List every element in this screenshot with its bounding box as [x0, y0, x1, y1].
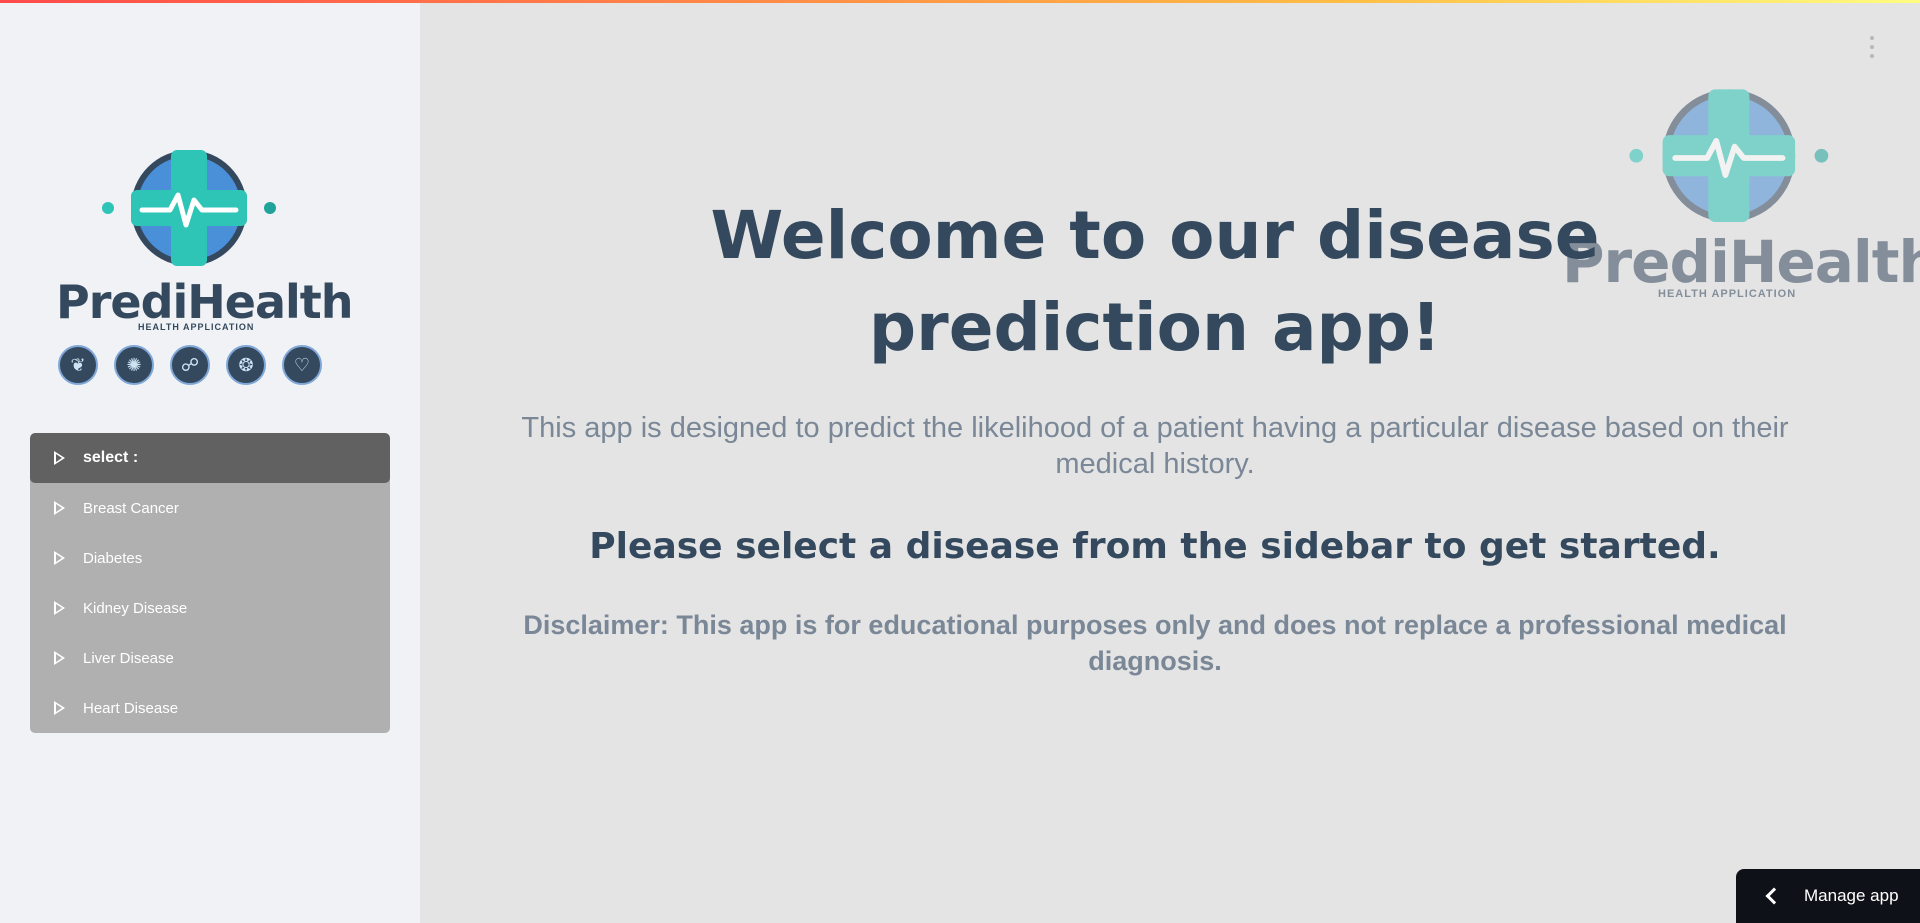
manage-app-button[interactable]: Manage app [1736, 869, 1920, 923]
menu-item-diabetes[interactable]: Diabetes [30, 533, 390, 583]
main-menu-icon[interactable] [1866, 36, 1878, 58]
triangle-right-icon [54, 701, 65, 715]
menu-item-label: Liver Disease [83, 649, 174, 667]
app-description: This app is designed to predict the like… [521, 412, 1789, 480]
heart-icon: ♡ [282, 345, 322, 385]
kidney-icon: ❂ [226, 345, 266, 385]
menu-item-heart-disease[interactable]: Heart Disease [30, 683, 390, 733]
sidebar-logo: PrediHealth HEALTH APPLICATION ❦ ✺ ☍ ❂ ♡ [50, 140, 354, 390]
ribbon-icon: ☍ [170, 345, 210, 385]
select-disease-message: Please select a disease from the sidebar… [589, 526, 1721, 567]
triangle-right-icon [54, 651, 65, 665]
disclaimer-text: Disclaimer: This app is for educational … [523, 610, 1787, 676]
select-menu-header-label: select : [83, 449, 139, 466]
welcome-title: Welcome to our disease prediction app! [710, 197, 1600, 366]
sidebar-brand-subtitle: HEALTH APPLICATION [138, 322, 255, 332]
menu-item-kidney-disease[interactable]: Kidney Disease [30, 583, 390, 633]
menu-item-label: Kidney Disease [83, 599, 188, 617]
disease-select-menu: select : Breast Cancer Diabetes Kidney D… [30, 433, 390, 733]
chevron-left-icon [1765, 887, 1783, 905]
triangle-right-icon [54, 501, 65, 515]
triangle-right-icon [54, 551, 65, 565]
top-decoration-bar [0, 0, 1920, 3]
sidebar: PrediHealth HEALTH APPLICATION ❦ ✺ ☍ ❂ ♡… [0, 0, 420, 923]
menu-item-breast-cancer[interactable]: Breast Cancer [30, 483, 390, 533]
menu-item-liver-disease[interactable]: Liver Disease [30, 633, 390, 683]
triangle-right-icon [54, 451, 65, 465]
triangle-right-icon [54, 601, 65, 615]
sidebar-brand-name: PrediHealth [56, 275, 354, 329]
menu-item-label: Heart Disease [83, 699, 179, 717]
brain-icon: ✺ [114, 345, 154, 385]
menu-item-label: Breast Cancer [83, 499, 179, 517]
medical-cross-icon [102, 150, 276, 266]
select-menu-header[interactable]: select : [30, 433, 390, 483]
lungs-icon: ❦ [58, 345, 98, 385]
menu-item-label: Diabetes [83, 549, 143, 567]
disease-icons-row: ❦ ✺ ☍ ❂ ♡ [58, 345, 322, 385]
manage-app-label: Manage app [1804, 886, 1899, 905]
